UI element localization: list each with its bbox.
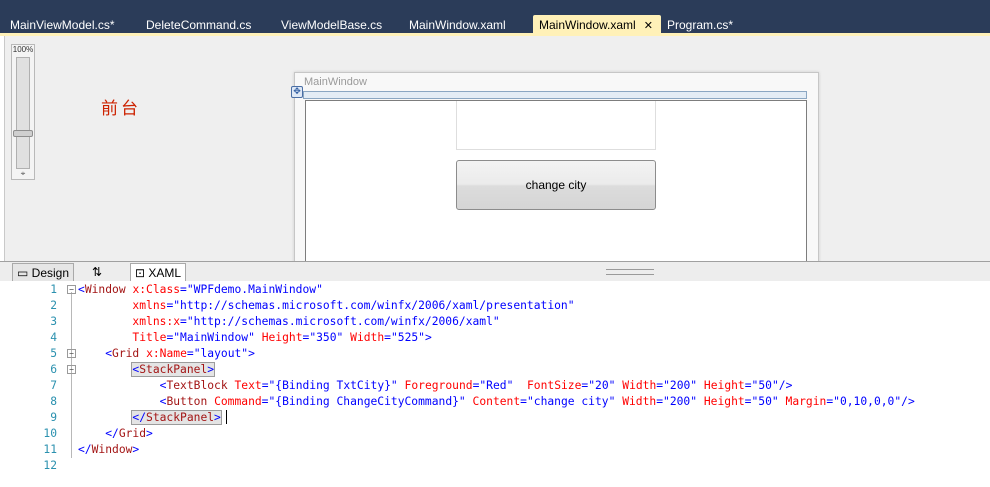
doc-tab-label: MainWindow.xaml bbox=[539, 18, 636, 32]
tab-design-label: Design bbox=[31, 266, 70, 280]
close-tab-icon[interactable]: ✕ bbox=[644, 20, 653, 32]
tab-design[interactable]: ▭ Design bbox=[12, 263, 75, 281]
code-text: </Grid> bbox=[105, 427, 153, 440]
line-number: 11 bbox=[43, 443, 57, 456]
move-handle-icon[interactable]: ✥ bbox=[291, 86, 303, 98]
grid-ruler[interactable] bbox=[303, 91, 807, 99]
code-text: <Button Command="{Binding ChangeCityComm… bbox=[159, 395, 915, 408]
code-line[interactable]: 5 − <Grid x:Name="layout"> bbox=[0, 346, 990, 362]
code-line[interactable]: 9 </StackPanel> bbox=[0, 410, 990, 426]
doc-tab-label: Program.cs* bbox=[667, 18, 734, 32]
code-text: <TextBlock Text="{Binding TxtCity}" Fore… bbox=[159, 379, 793, 392]
code-line[interactable]: 11 </Window> bbox=[0, 442, 990, 458]
doc-tab-program[interactable]: Program.cs* bbox=[661, 15, 739, 36]
designer-window[interactable]: MainWindow ✥ change city bbox=[291, 72, 819, 261]
splitter-grip[interactable] bbox=[606, 269, 654, 275]
text-caret bbox=[226, 410, 227, 424]
code-line[interactable]: 1 − <Window x:Class="WPFdemo.MainWindow" bbox=[0, 282, 990, 298]
line-number: 4 bbox=[50, 331, 57, 344]
design-surface[interactable]: 100% ⌖ 前台 MainWindow ✥ change city bbox=[4, 36, 990, 261]
line-number: 2 bbox=[50, 299, 57, 312]
xaml-icon: ⊡ bbox=[135, 266, 149, 280]
collapse-icon[interactable]: − bbox=[67, 365, 76, 374]
doc-tab-label: MainViewModel.cs* bbox=[10, 18, 115, 32]
code-line[interactable]: 10 </Grid> bbox=[0, 426, 990, 442]
swap-panes-button[interactable]: ⇅ bbox=[88, 263, 106, 281]
design-icon: ▭ bbox=[17, 266, 32, 280]
code-text: </Window> bbox=[78, 443, 140, 456]
swap-panes-icon: ⇅ bbox=[92, 265, 103, 279]
code-text: <StackPanel> bbox=[131, 362, 216, 377]
code-line[interactable]: 4 Title="MainWindow" Height="350" Width=… bbox=[0, 330, 990, 346]
change-city-button[interactable]: change city bbox=[456, 160, 656, 210]
collapse-icon[interactable]: − bbox=[67, 349, 76, 358]
code-text: </StackPanel> bbox=[131, 410, 222, 425]
toolbar-strip bbox=[0, 0, 990, 12]
line-number: 5 bbox=[50, 347, 57, 360]
code-text: xmlns="http://schemas.microsoft.com/winf… bbox=[132, 299, 575, 312]
tab-xaml[interactable]: ⊡ XAML bbox=[130, 263, 187, 281]
code-line[interactable]: 12 bbox=[0, 458, 990, 474]
view-tab-bar: ▭ Design ⇅ ⊡ XAML bbox=[0, 261, 990, 281]
code-text: xmlns:x="http://schemas.microsoft.com/wi… bbox=[132, 315, 500, 328]
frontend-annotation: 前台 bbox=[101, 99, 141, 119]
doc-tab-deletecommand[interactable]: DeleteCommand.cs bbox=[140, 15, 257, 36]
line-number: 8 bbox=[50, 395, 57, 408]
code-text: <Grid x:Name="layout"> bbox=[105, 347, 255, 360]
line-number: 1 bbox=[50, 283, 57, 296]
code-line[interactable]: 2 xmlns="http://schemas.microsoft.com/wi… bbox=[0, 298, 990, 314]
line-number: 12 bbox=[43, 459, 57, 472]
collapse-icon[interactable]: − bbox=[67, 285, 76, 294]
line-number: 9 bbox=[50, 411, 57, 424]
line-number: 10 bbox=[43, 427, 57, 440]
zoom-track[interactable] bbox=[13, 57, 33, 169]
city-textblock[interactable] bbox=[456, 101, 656, 150]
doc-tab-label: DeleteCommand.cs bbox=[146, 18, 252, 32]
document-tab-bar: MainViewModel.cs* DeleteCommand.cs ViewM… bbox=[0, 12, 990, 36]
code-line[interactable]: 8 <Button Command="{Binding ChangeCityCo… bbox=[0, 394, 990, 410]
tab-xaml-label: XAML bbox=[148, 266, 182, 280]
code-line[interactable]: 7 <TextBlock Text="{Binding TxtCity}" Fo… bbox=[0, 378, 990, 394]
zoom-level-label: 100% bbox=[12, 45, 34, 54]
line-number: 7 bbox=[50, 379, 57, 392]
line-number: 3 bbox=[50, 315, 57, 328]
doc-tab-mainwindow-active[interactable]: MainWindow.xaml ✕ bbox=[533, 15, 661, 36]
xaml-code-editor[interactable]: 1− <Window x:Class="WPFdemo.MainWindow" 2 … bbox=[0, 281, 990, 487]
doc-tab-mainwindow-1[interactable]: MainWindow.xaml bbox=[403, 15, 512, 36]
doc-tab-mainviewmodel[interactable]: MainViewModel.cs* bbox=[4, 15, 121, 36]
doc-tab-viewmodelbase[interactable]: ViewModelBase.cs bbox=[275, 15, 388, 36]
fit-to-window-icon[interactable]: ⌖ bbox=[14, 169, 32, 179]
zoom-thumb[interactable] bbox=[13, 130, 33, 137]
window-client-area[interactable]: change city bbox=[305, 100, 807, 261]
line-number: 6 bbox=[50, 363, 57, 376]
code-text: <Window x:Class="WPFdemo.MainWindow" bbox=[78, 283, 323, 296]
doc-tab-label: MainWindow.xaml bbox=[409, 18, 506, 32]
doc-tab-label: ViewModelBase.cs bbox=[281, 18, 383, 32]
code-line[interactable]: 3 xmlns:x="http://schemas.microsoft.com/… bbox=[0, 314, 990, 330]
code-line[interactable]: 6 − <StackPanel> bbox=[0, 362, 990, 378]
zoom-slider[interactable]: 100% ⌖ bbox=[11, 44, 35, 180]
code-text: Title="MainWindow" Height="350" Width="5… bbox=[132, 331, 432, 344]
window-title: MainWindow bbox=[304, 76, 367, 88]
